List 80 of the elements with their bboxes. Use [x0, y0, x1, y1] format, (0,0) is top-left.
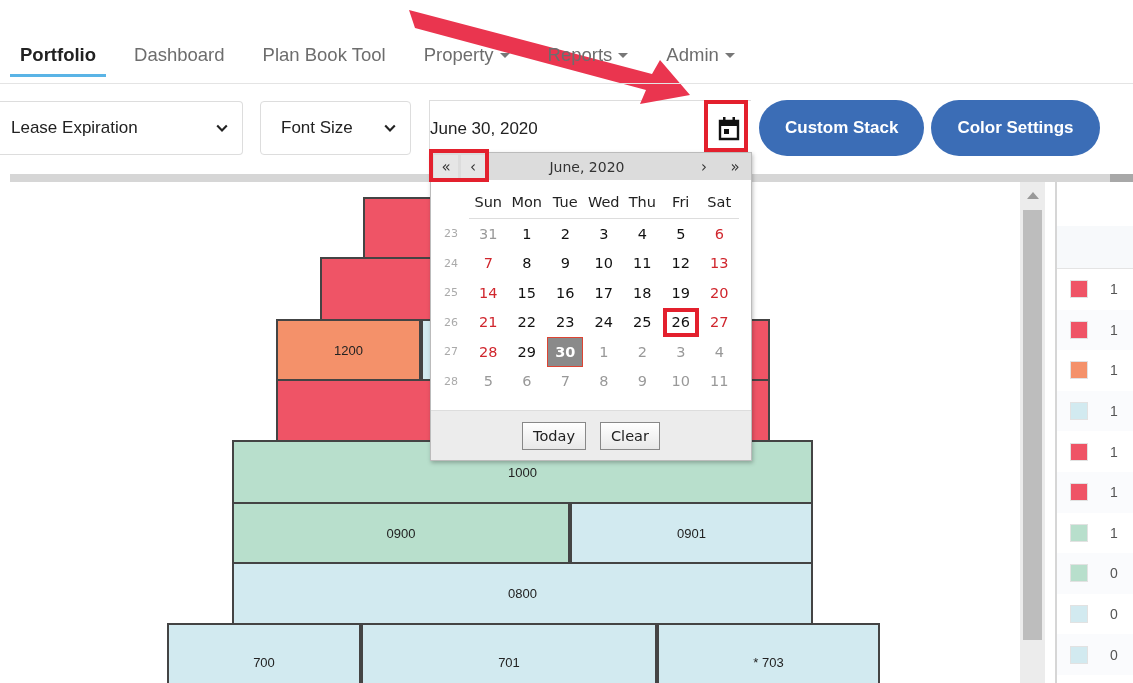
- calendar-day[interactable]: 28: [469, 337, 508, 367]
- suite-block[interactable]: 701: [361, 623, 657, 683]
- calendar-day[interactable]: 6: [700, 219, 739, 249]
- legend-label: 1: [1110, 281, 1118, 298]
- legend-label: 1: [1110, 484, 1118, 501]
- calendar-button[interactable]: Today: [522, 421, 586, 450]
- legend-label: 1: [1110, 321, 1118, 338]
- week-number: 27: [443, 344, 459, 361]
- chevron-icon: [384, 124, 396, 132]
- calendar-button[interactable]: Clear: [600, 421, 660, 450]
- calendar-day[interactable]: 8: [507, 248, 546, 278]
- legend-label: 0: [1110, 606, 1118, 623]
- calendar-day[interactable]: 18: [623, 278, 662, 308]
- week-number: 28: [443, 373, 459, 390]
- calendar-day[interactable]: 11: [623, 248, 662, 278]
- previous-button[interactable]: «: [434, 155, 458, 178]
- weekday-header: Fri: [661, 186, 700, 219]
- previous-button[interactable]: ‹: [461, 155, 485, 178]
- week-number: 24: [443, 255, 459, 272]
- dropdown-select[interactable]: Lease Expiration: [0, 101, 243, 155]
- suite-block[interactable]: 0800: [232, 562, 813, 625]
- calendar-day[interactable]: 2: [546, 219, 585, 249]
- calendar-day[interactable]: 3: [584, 219, 623, 249]
- legend-label: 1: [1110, 443, 1118, 460]
- calendar-day[interactable]: 22: [507, 307, 546, 337]
- legend-label: 1: [1110, 403, 1118, 420]
- suite-block[interactable]: 0901: [570, 502, 813, 564]
- calendar-day[interactable]: 13: [700, 248, 739, 278]
- calendar-day[interactable]: 29: [507, 337, 546, 367]
- nav-tab[interactable]: Admin: [656, 38, 745, 77]
- highlight-frame: [704, 100, 748, 152]
- calendar-day[interactable]: 20: [700, 278, 739, 308]
- calendar-day[interactable]: 12: [661, 248, 700, 278]
- calendar-day[interactable]: 24: [584, 307, 623, 337]
- calendar-day[interactable]: 10: [584, 248, 623, 278]
- calendar-day[interactable]: 5: [661, 219, 700, 249]
- week-number: 23: [443, 226, 459, 243]
- weekday-header: Sun: [469, 186, 508, 219]
- suite-block[interactable]: 700: [167, 623, 361, 683]
- calendar-day[interactable]: 17: [584, 278, 623, 308]
- dropdown-select[interactable]: Font Size: [260, 101, 411, 155]
- calendar-day[interactable]: 25: [623, 307, 662, 337]
- weekday-header: Wed: [584, 186, 623, 219]
- suite-block[interactable]: 1200: [276, 319, 421, 381]
- calendar-day[interactable]: 15: [507, 278, 546, 308]
- legend-label: 0: [1110, 646, 1118, 663]
- weekday-header: Thu: [623, 186, 662, 219]
- calendar-day[interactable]: 1: [507, 219, 546, 249]
- nav-tab[interactable]: Dashboard: [124, 38, 235, 77]
- legend-label: 1: [1110, 524, 1118, 541]
- suite-block[interactable]: * 703: [657, 623, 880, 683]
- suite-block[interactable]: 0900: [232, 502, 570, 564]
- calendar-day[interactable]: 14: [469, 278, 508, 308]
- calendar-day[interactable]: 27: [700, 307, 739, 337]
- legend-label: 0: [1110, 565, 1118, 582]
- week-number: 26: [443, 314, 459, 331]
- calendar-day[interactable]: 9: [546, 248, 585, 278]
- calendar-day[interactable]: 19: [661, 278, 700, 308]
- action-button[interactable]: Custom Stack: [759, 100, 925, 156]
- calendar-day[interactable]: 7: [469, 248, 508, 278]
- chevron-icon: [216, 124, 228, 132]
- weekday-header: Sat: [700, 186, 739, 219]
- calendar-icon[interactable]: [717, 115, 741, 142]
- calendar-day[interactable]: 23: [546, 307, 585, 337]
- calendar-day[interactable]: 21: [469, 307, 508, 337]
- weekday-header: Tue: [546, 186, 585, 219]
- nav-tab[interactable]: Plan Book Tool: [252, 38, 396, 77]
- legend-label: 1: [1110, 362, 1118, 379]
- calendar-day[interactable]: 26: [662, 307, 699, 337]
- next-button[interactable]: ›: [692, 155, 716, 178]
- month-title: June, 2020: [547, 158, 626, 175]
- next-button[interactable]: »: [723, 155, 747, 178]
- scrollbar[interactable]: [1020, 182, 1045, 683]
- calendar-day[interactable]: 16: [546, 278, 585, 308]
- highlight-frame: [429, 149, 489, 182]
- action-button[interactable]: Color Settings: [931, 100, 1100, 156]
- week-number: 25: [443, 285, 459, 302]
- weekday-header: Mon: [507, 186, 546, 219]
- nav-tab[interactable]: Portfolio: [10, 38, 107, 77]
- calendar-day[interactable]: 4: [623, 219, 662, 249]
